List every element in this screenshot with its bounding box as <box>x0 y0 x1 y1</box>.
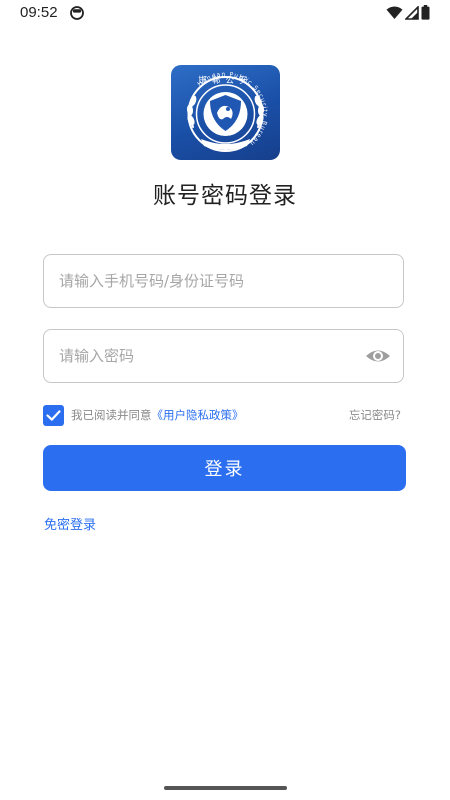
app-logo: 邯郸公安 Handan Public Security Bureau <box>171 65 280 160</box>
police-badge-icon: 邯郸公安 Handan Public Security Bureau <box>186 71 268 152</box>
battery-icon <box>421 5 430 20</box>
account-input[interactable] <box>59 255 359 307</box>
wifi-icon <box>386 6 403 19</box>
password-input[interactable] <box>59 330 359 382</box>
agreement-text: 我已阅读并同意《用户隐私政策》 <box>71 407 244 423</box>
passwordless-login-link[interactable]: 免密登录 <box>44 514 96 533</box>
status-time: 09:52 <box>20 4 58 21</box>
agreement-label: 我已阅读并同意 <box>71 408 152 422</box>
agreement-checkbox[interactable] <box>43 405 64 426</box>
forgot-password-link[interactable]: 忘记密码? <box>349 407 401 423</box>
home-indicator[interactable] <box>164 786 287 790</box>
page-title: 账号密码登录 <box>153 183 297 209</box>
agreement-row: 我已阅读并同意《用户隐私政策》 忘记密码? <box>43 404 404 426</box>
signal-icon <box>405 5 419 20</box>
account-field[interactable] <box>43 254 404 308</box>
check-icon <box>46 410 61 421</box>
eye-icon[interactable] <box>365 346 391 366</box>
face-icon <box>70 6 84 20</box>
privacy-policy-link[interactable]: 《用户隐私政策》 <box>152 408 244 422</box>
login-button[interactable]: 登录 <box>43 445 406 491</box>
status-bar: 09:52 <box>0 0 450 26</box>
password-field[interactable] <box>43 329 404 383</box>
status-icons <box>386 5 430 20</box>
